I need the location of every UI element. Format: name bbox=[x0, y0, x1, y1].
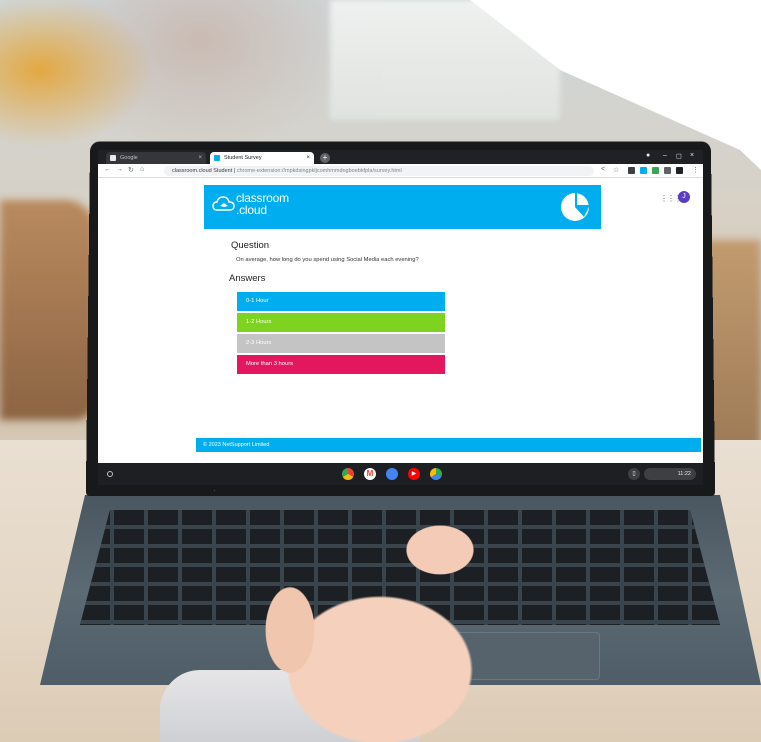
minimize-icon[interactable]: – bbox=[663, 152, 667, 159]
user-avatar[interactable]: J bbox=[678, 191, 690, 203]
cloud-logo-icon bbox=[212, 196, 235, 211]
side-panel-icon[interactable] bbox=[676, 167, 683, 174]
answer-option-0-1-hour[interactable]: 0-1 Hour bbox=[237, 292, 445, 311]
play-store-icon[interactable] bbox=[430, 468, 442, 480]
laptop-screen: Google × Student Survey × + ● – ◻ × ← → … bbox=[98, 150, 703, 485]
phone-hub-icon[interactable]: ▯ bbox=[628, 468, 640, 480]
blurred-chair-left bbox=[0, 200, 95, 420]
page-footer: © 2023 NetSupport Limited bbox=[196, 438, 701, 452]
youtube-icon[interactable]: ▶ bbox=[408, 468, 420, 480]
status-tray[interactable]: 11:22 bbox=[644, 468, 696, 480]
question-text: On average, how long do you spend using … bbox=[236, 257, 419, 263]
tab-label: Google bbox=[120, 155, 138, 161]
home-icon[interactable]: ⌂ bbox=[140, 166, 144, 173]
answer-option-2-3-hours[interactable]: 2-3 Hours bbox=[237, 334, 445, 353]
extension-icon[interactable] bbox=[628, 167, 635, 174]
forward-arrow-icon[interactable]: → bbox=[116, 166, 123, 173]
more-menu-icon[interactable]: ⋮ bbox=[692, 166, 699, 174]
green-extension-icon[interactable] bbox=[652, 167, 659, 174]
classroom-cloud-logo: classroom .cloud bbox=[236, 191, 289, 217]
puzzle-extensions-icon[interactable] bbox=[664, 167, 671, 174]
close-tab-icon[interactable]: × bbox=[198, 152, 202, 164]
share-icon[interactable]: < bbox=[601, 166, 605, 173]
close-tab-icon[interactable]: × bbox=[306, 152, 310, 164]
blurred-window bbox=[330, 0, 560, 120]
google-favicon-icon bbox=[110, 155, 116, 161]
tab-google[interactable]: Google × bbox=[106, 152, 206, 164]
bookmark-star-icon[interactable]: ☆ bbox=[613, 166, 619, 174]
gmail-icon[interactable]: M bbox=[364, 468, 376, 480]
answer-option-1-2-hours[interactable]: 1-2 Hours bbox=[237, 313, 445, 332]
url-text: chrome-extension://mpkdsingpkljcomhmmdng… bbox=[236, 168, 402, 174]
chromeos-shelf: M ▶ ▯ 11:22 bbox=[98, 463, 703, 485]
answers-heading: Answers bbox=[229, 273, 266, 284]
question-heading: Question bbox=[231, 240, 270, 251]
site-name: classroom.cloud Student bbox=[172, 168, 233, 174]
docs-icon[interactable] bbox=[386, 468, 398, 480]
classroom-cloud-favicon-icon bbox=[214, 155, 220, 161]
tab-label: Student Survey bbox=[224, 155, 262, 161]
close-window-icon[interactable]: × bbox=[690, 152, 694, 159]
browser-toolbar: ← → ↻ ⌂ classroom.cloud Student | chrome… bbox=[98, 164, 703, 178]
back-arrow-icon[interactable]: ← bbox=[104, 166, 111, 173]
survey-header-banner: classroom .cloud bbox=[204, 185, 601, 229]
profile-menu-icon[interactable]: ● bbox=[646, 152, 650, 159]
clock-time: 11:22 bbox=[677, 471, 691, 477]
reload-icon[interactable]: ↻ bbox=[128, 166, 134, 174]
chrome-icon[interactable] bbox=[342, 468, 354, 480]
address-bar[interactable]: classroom.cloud Student | chrome-extensi… bbox=[164, 166, 594, 176]
classroom-photo-background: Google × Student Survey × + ● – ◻ × ← → … bbox=[0, 0, 761, 742]
maximize-icon[interactable]: ◻ bbox=[676, 152, 682, 160]
browser-tab-bar: Google × Student Survey × + ● – ◻ × bbox=[98, 150, 703, 164]
answer-option-more-than-3-hours[interactable]: More than 3 hours bbox=[237, 355, 445, 374]
launcher-icon[interactable] bbox=[107, 471, 113, 477]
new-tab-button[interactable]: + bbox=[320, 153, 330, 163]
pie-chart-icon bbox=[561, 193, 589, 221]
classroom-cloud-extension-icon[interactable] bbox=[640, 167, 647, 174]
tab-student-survey[interactable]: Student Survey × bbox=[210, 152, 314, 164]
hand-on-keyboard bbox=[230, 520, 530, 742]
